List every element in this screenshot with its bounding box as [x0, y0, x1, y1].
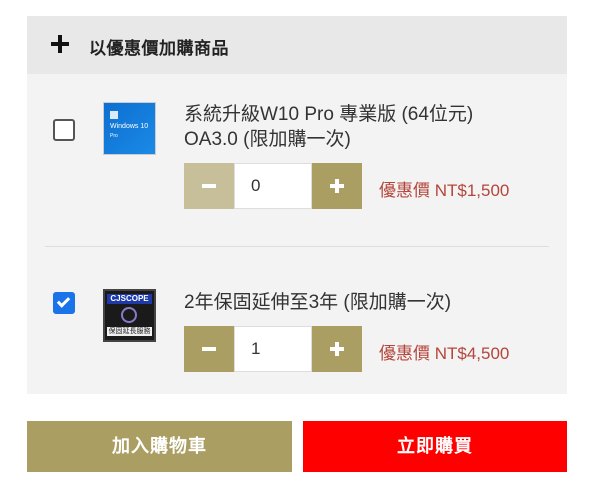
decrement-button[interactable]	[184, 163, 234, 209]
addon-panel: 以優惠價加購商品 Windows 10 Pro 系統升級W10 Pro 專業版 …	[27, 16, 567, 394]
plus-icon	[330, 179, 344, 193]
image-sublabel: 保固延長服務	[107, 327, 152, 336]
image-label: CJSCOPE	[107, 294, 152, 304]
addon-title: 以優惠價加購商品	[89, 39, 229, 58]
quantity-input[interactable]	[234, 326, 312, 372]
addon-checkbox[interactable]	[53, 119, 75, 141]
addon-item: Windows 10 Pro 系統升級W10 Pro 專業版 (64位元) OA…	[27, 74, 567, 246]
minus-icon	[202, 347, 216, 351]
plus-icon[interactable]	[51, 35, 69, 53]
discount-price: 優惠價 NT$1,500	[379, 181, 510, 200]
product-title-line: 2年保固延伸至3年 (限加購一次)	[184, 292, 452, 313]
image-label: Windows 10	[110, 123, 149, 130]
quantity-stepper	[184, 163, 362, 209]
check-icon	[56, 294, 71, 308]
addon-header[interactable]: 以優惠價加購商品	[27, 16, 567, 74]
product-title-line: 系統升級W10 Pro 專業版 (64位元)	[184, 104, 474, 125]
product-image[interactable]: Windows 10 Pro	[103, 102, 156, 155]
image-sublabel: Pro	[110, 133, 118, 139]
quantity-stepper	[184, 326, 362, 372]
product-title[interactable]: 系統升級W10 Pro 專業版 (64位元) OA3.0 (限加購一次)	[184, 102, 554, 152]
plus-icon	[330, 342, 344, 356]
windows-logo-icon	[110, 111, 118, 119]
buy-now-button[interactable]: 立即購買	[303, 421, 567, 472]
decrement-button[interactable]	[184, 326, 234, 372]
increment-button[interactable]	[312, 163, 362, 209]
addon-checkbox[interactable]	[53, 292, 75, 314]
product-title-line: OA3.0 (限加購一次)	[184, 129, 351, 150]
product-image[interactable]: CJSCOPE 保固延長服務	[103, 289, 156, 342]
product-title[interactable]: 2年保固延伸至3年 (限加購一次)	[184, 290, 554, 315]
increment-button[interactable]	[312, 326, 362, 372]
add-to-cart-button[interactable]: 加入購物車	[27, 421, 292, 472]
minus-icon	[202, 184, 216, 188]
addon-item: CJSCOPE 保固延長服務 2年保固延伸至3年 (限加購一次) 優惠價 NT$…	[27, 246, 567, 394]
clock-icon	[121, 307, 137, 323]
discount-price: 優惠價 NT$4,500	[379, 344, 510, 363]
quantity-input[interactable]	[234, 163, 312, 209]
